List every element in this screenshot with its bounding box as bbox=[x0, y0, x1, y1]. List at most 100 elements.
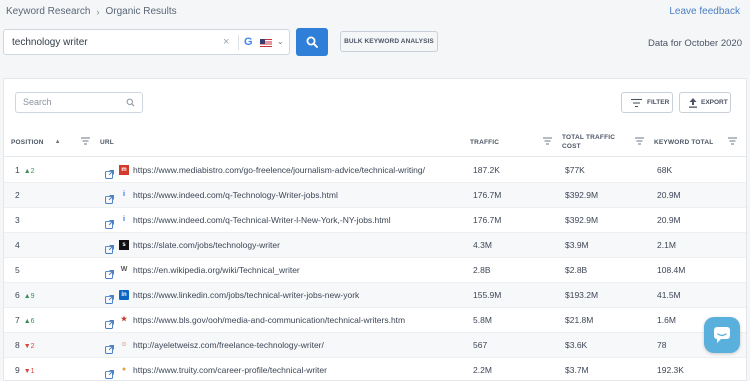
column-traffic[interactable]: TRAFFIC bbox=[470, 127, 499, 157]
leave-feedback-link[interactable]: Leave feedback bbox=[669, 6, 740, 17]
external-link-icon[interactable] bbox=[105, 166, 114, 184]
column-traffic-label: TRAFFIC bbox=[470, 138, 500, 146]
column-keyword-total-label: KEYWORD TOTAL bbox=[654, 138, 714, 146]
table-row[interactable]: 4 s https://slate.com/jobs/technology-writ… bbox=[4, 233, 746, 258]
external-link-icon[interactable] bbox=[105, 191, 114, 209]
traffic-cost-value: $3.7M bbox=[565, 365, 589, 375]
external-link-icon[interactable] bbox=[105, 366, 114, 381]
column-url-label: URL bbox=[100, 138, 114, 146]
traffic-value: 2.8B bbox=[473, 265, 491, 275]
filter-button[interactable]: FILTER bbox=[621, 92, 673, 113]
traffic-value: 176.7M bbox=[473, 215, 502, 225]
sort-asc-icon[interactable]: ▲ bbox=[55, 139, 61, 145]
position-value: 9 bbox=[15, 365, 20, 375]
chevron-down-icon[interactable]: ⌄ bbox=[277, 37, 284, 46]
column-filter-icon[interactable] bbox=[81, 137, 90, 145]
export-button[interactable]: EXPORT bbox=[679, 92, 731, 113]
url-link[interactable]: https://www.indeed.com/q-Technology-Writ… bbox=[133, 183, 338, 208]
column-keyword-total[interactable]: KEYWORD TOTAL bbox=[654, 127, 713, 157]
position-cell: 9 ▼1 bbox=[15, 358, 35, 381]
us-flag-icon[interactable] bbox=[260, 39, 272, 47]
table-row[interactable]: 7 ▲6 ★ https://www.bls.gov/ooh/media-and-co… bbox=[4, 308, 746, 333]
column-position[interactable]: POSITION ▲ bbox=[11, 127, 61, 157]
position-cell: 5 bbox=[15, 258, 20, 283]
url-link[interactable]: https://www.truity.com/career-profile/te… bbox=[133, 358, 327, 381]
search-button[interactable] bbox=[296, 28, 328, 56]
table-row[interactable]: 3 i https://www.indeed.com/q-Technical-Wri… bbox=[4, 208, 746, 233]
column-traffic-cost-label: TOTAL TRAFFIC COST bbox=[562, 134, 616, 150]
table-header: POSITION ▲ URL TRAFFIC TOTAL TRAFFIC COS… bbox=[4, 127, 746, 157]
column-url[interactable]: URL bbox=[100, 127, 114, 157]
mediabistro-icon: m bbox=[119, 165, 129, 175]
position-cell: 6 ▲9 bbox=[15, 283, 35, 308]
table-search-input[interactable] bbox=[23, 97, 118, 107]
search-icon bbox=[306, 36, 318, 48]
traffic-cost-value: $392.9M bbox=[565, 215, 599, 225]
table-row[interactable]: 6 ▲9 in https://www.linkedin.com/jobs/techn… bbox=[4, 283, 746, 308]
external-link-icon[interactable] bbox=[105, 216, 114, 234]
table-search[interactable] bbox=[15, 92, 143, 113]
position-change: ▲6 bbox=[23, 318, 35, 325]
traffic-value: 176.7M bbox=[473, 190, 502, 200]
filter-label: FILTER bbox=[647, 99, 670, 106]
table-row[interactable]: 5 Whttps://en.wikipedia.org/wiki/Technica… bbox=[4, 258, 746, 283]
external-link-icon[interactable] bbox=[105, 241, 114, 259]
bls-star-icon: ★ bbox=[120, 316, 128, 323]
breadcrumb-organic-results: Organic Results bbox=[105, 6, 177, 17]
export-label: EXPORT bbox=[701, 99, 728, 106]
keyword-total-value: 20.9M bbox=[657, 215, 681, 225]
google-icon[interactable]: G bbox=[244, 36, 253, 48]
table-row[interactable]: 2 i https://www.indeed.com/q-Technology-Wr… bbox=[4, 183, 746, 208]
table-row[interactable]: 8 ▼2 ☺ http://ayeletweisz.com/freelance-tec… bbox=[4, 333, 746, 358]
keyword-total-value: 41.5M bbox=[657, 290, 681, 300]
external-link-icon[interactable] bbox=[105, 291, 114, 309]
table-row[interactable]: 1 ▲2 m https://www.mediabistro.com/go-freel… bbox=[4, 158, 746, 183]
upload-icon bbox=[689, 98, 697, 108]
search-icon bbox=[126, 98, 135, 107]
keyword-total-value: 78 bbox=[657, 340, 667, 350]
position-change: ▲9 bbox=[23, 293, 35, 300]
url-link[interactable]: https://en.wikipedia.org/wiki/Technical_… bbox=[133, 258, 300, 283]
traffic-cost-value: $77K bbox=[565, 165, 585, 175]
filter-icon bbox=[631, 98, 642, 108]
position-cell: 3 bbox=[15, 208, 20, 233]
url-link[interactable]: https://slate.com/jobs/technology-writer bbox=[133, 233, 280, 258]
traffic-cost-value: $3.9M bbox=[565, 240, 589, 250]
results-panel: FILTER EXPORT POSITION ▲ URL TRAFFIC TOT… bbox=[3, 78, 747, 381]
url-link[interactable]: https://www.indeed.com/q-Technical-Write… bbox=[133, 208, 391, 233]
position-cell: 8 ▼2 bbox=[15, 333, 35, 358]
breadcrumb-keyword-research[interactable]: Keyword Research bbox=[6, 6, 90, 17]
external-link-icon[interactable] bbox=[105, 341, 114, 359]
external-link-icon[interactable] bbox=[105, 266, 114, 284]
position-value: 2 bbox=[15, 190, 20, 200]
position-value: 8 bbox=[15, 340, 20, 350]
external-link-icon[interactable] bbox=[105, 316, 114, 334]
url-link[interactable]: https://www.bls.gov/ooh/media-and-commun… bbox=[133, 308, 405, 333]
position-change: ▲2 bbox=[23, 168, 35, 175]
table-row[interactable]: 9 ▼1 ● https://www.truity.com/career-profil… bbox=[4, 358, 746, 381]
url-link[interactable]: https://www.mediabistro.com/go-freelence… bbox=[133, 158, 425, 183]
traffic-cost-value: $193.2M bbox=[565, 290, 599, 300]
position-value: 5 bbox=[15, 265, 20, 275]
column-filter-icon[interactable] bbox=[728, 137, 737, 145]
position-cell: 1 ▲2 bbox=[15, 158, 35, 183]
column-filter-icon[interactable] bbox=[635, 137, 644, 145]
position-cell: 4 bbox=[15, 233, 20, 258]
column-filter-icon[interactable] bbox=[543, 137, 552, 145]
chat-button[interactable] bbox=[704, 317, 740, 353]
url-link[interactable]: http://ayeletweisz.com/freelance-technol… bbox=[133, 333, 324, 358]
bulk-keyword-analysis-button[interactable]: BULK KEYWORD ANALYSIS bbox=[340, 31, 438, 52]
traffic-value: 5.8M bbox=[473, 315, 492, 325]
column-position-label: POSITION bbox=[11, 138, 44, 146]
keyword-search-box[interactable]: technology writer × G ⌄ bbox=[3, 29, 290, 55]
breadcrumb: Keyword Research › Organic Results bbox=[6, 6, 177, 17]
keyword-total-value: 108.4M bbox=[657, 265, 686, 275]
wikipedia-icon: W bbox=[120, 266, 128, 273]
clear-icon[interactable]: × bbox=[223, 36, 229, 48]
url-link[interactable]: https://www.linkedin.com/jobs/technical-… bbox=[133, 283, 359, 308]
keyword-total-value: 192.3K bbox=[657, 365, 684, 375]
position-change: ▼2 bbox=[23, 343, 35, 350]
keyword-search-input[interactable]: technology writer bbox=[12, 37, 88, 48]
traffic-cost-value: $392.9M bbox=[565, 190, 599, 200]
column-traffic-cost[interactable]: TOTAL TRAFFIC COST bbox=[562, 127, 622, 157]
